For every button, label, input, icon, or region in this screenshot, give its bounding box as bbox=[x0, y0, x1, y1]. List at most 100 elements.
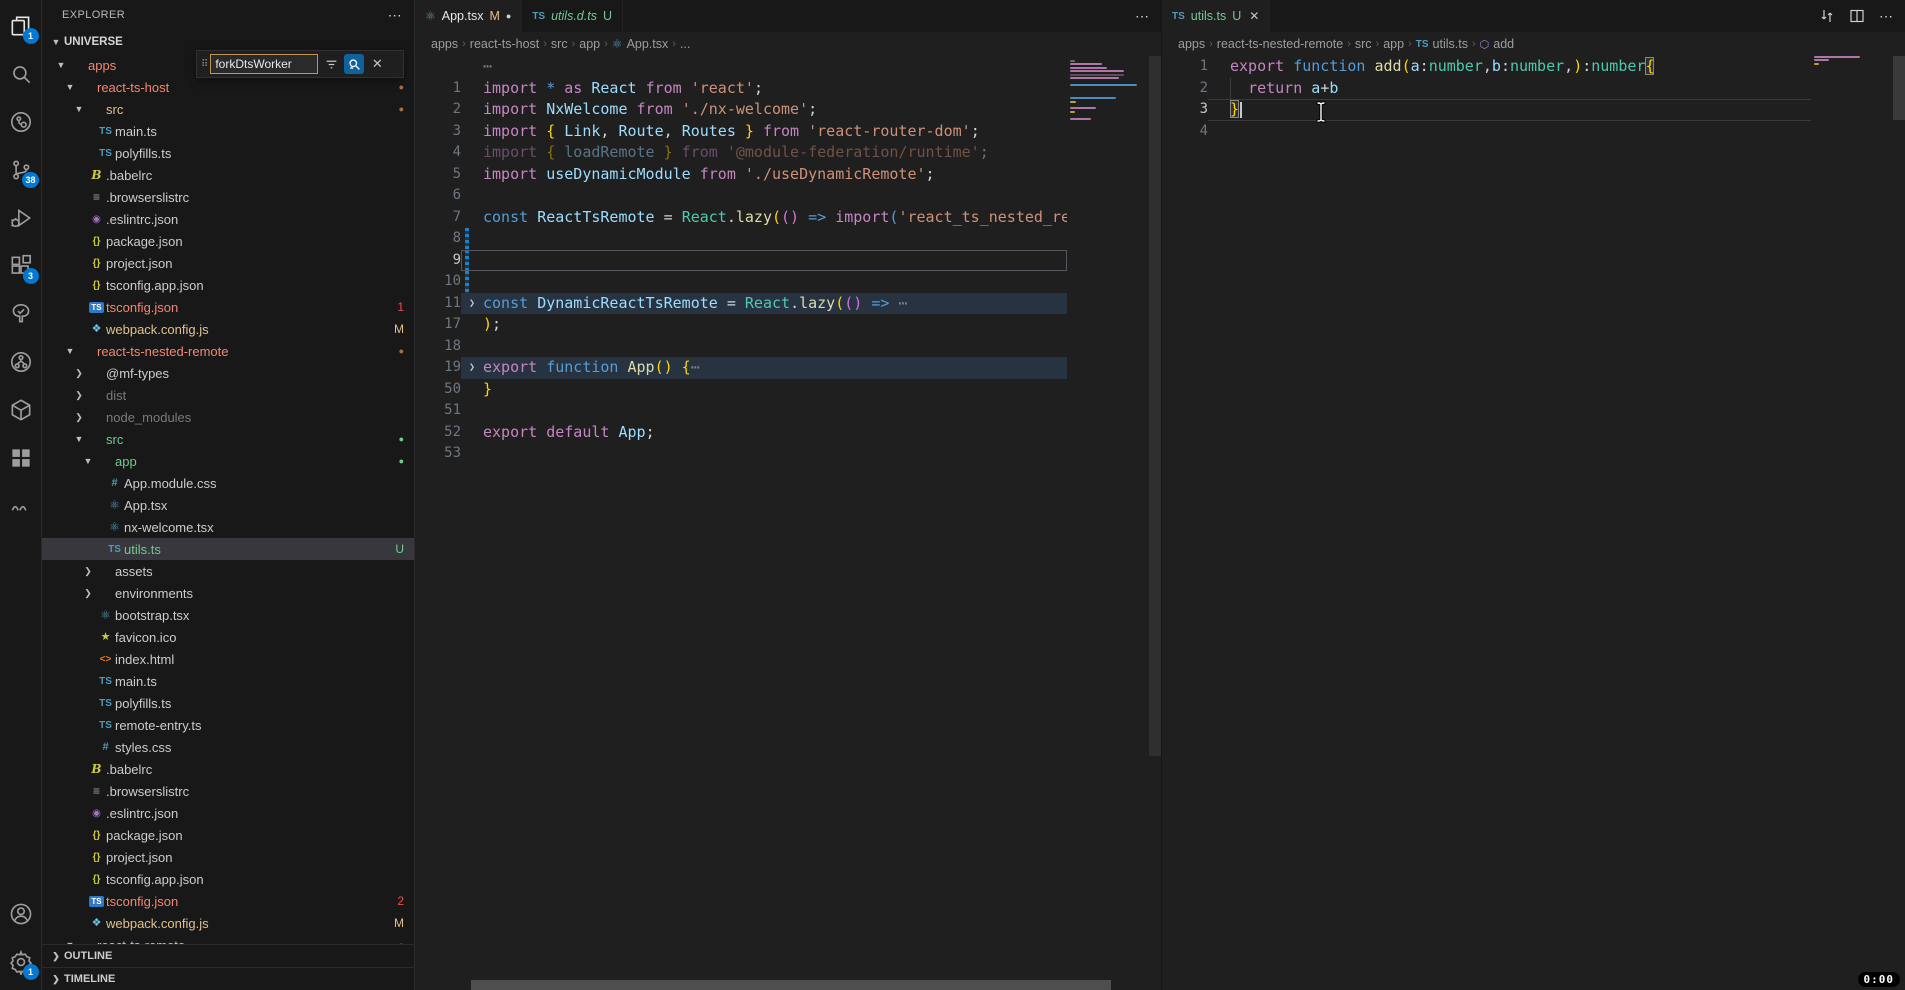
tree-item-styles.css[interactable]: #styles.css bbox=[42, 736, 414, 758]
activity-nx-console-icon[interactable] bbox=[5, 390, 37, 430]
split-editor-icon[interactable] bbox=[1849, 8, 1865, 24]
tree-item-.browserslistrc[interactable]: ≡.browserslistrc bbox=[42, 780, 414, 802]
activity-testing-icon[interactable] bbox=[5, 294, 37, 334]
tree-item-environments[interactable]: ❯environments bbox=[42, 582, 414, 604]
close-filter-icon[interactable]: ✕ bbox=[367, 54, 387, 74]
tree-item-@mf-types[interactable]: ❯@mf-types bbox=[42, 362, 414, 384]
breadcrumb-item-App.tsx[interactable]: ⚛App.tsx bbox=[612, 37, 668, 51]
tree-item-tsconfig.app.json[interactable]: {}tsconfig.app.json bbox=[42, 868, 414, 890]
tree-item-App.tsx[interactable]: ⚛App.tsx bbox=[42, 494, 414, 516]
activity-run-debug-icon[interactable] bbox=[5, 198, 37, 238]
breadcrumb-item-apps[interactable]: apps bbox=[431, 37, 458, 51]
breadcrumb-item-src[interactable]: src bbox=[551, 37, 568, 51]
tree-item-favicon.ico[interactable]: ★favicon.ico bbox=[42, 626, 414, 648]
tree-item-app[interactable]: ▼app● bbox=[42, 450, 414, 472]
activity-explorer-icon[interactable]: 1 bbox=[5, 6, 37, 46]
drag-handle-icon[interactable]: ⠿ bbox=[201, 59, 207, 70]
tree-item-.babelrc[interactable]: B.babelrc bbox=[42, 164, 414, 186]
breadcrumb-item-add[interactable]: ⬡add bbox=[1480, 37, 1514, 51]
tree-item-main.ts[interactable]: TSmain.ts bbox=[42, 120, 414, 142]
tree-item-.eslintrc.json[interactable]: ◉.eslintrc.json bbox=[42, 802, 414, 824]
breadcrumb-item-react-ts-nested-remote[interactable]: react-ts-nested-remote bbox=[1217, 37, 1343, 51]
tree-item-nx-welcome.tsx[interactable]: ⚛nx-welcome.tsx bbox=[42, 516, 414, 538]
tab-utils.d.ts[interactable]: TSutils.d.tsU bbox=[522, 0, 623, 32]
chevron-down-icon: ▼ bbox=[53, 60, 69, 70]
tree-item-assets[interactable]: ❯assets bbox=[42, 560, 414, 582]
tree-item-polyfills.ts[interactable]: TSpolyfills.ts bbox=[42, 142, 414, 164]
tab-utils.ts[interactable]: TSutils.tsU✕ bbox=[1162, 0, 1270, 32]
tree-item-label: dist bbox=[106, 388, 126, 403]
section-outline[interactable]: ❯OUTLINE bbox=[42, 944, 414, 967]
activity-accounts-icon[interactable] bbox=[5, 894, 37, 934]
tree-item-package.json[interactable]: {}package.json bbox=[42, 230, 414, 252]
tab-App.tsx[interactable]: ⚛App.tsxM● bbox=[415, 0, 522, 32]
filter-icon[interactable] bbox=[321, 54, 341, 74]
activity-commit-graph-icon[interactable] bbox=[5, 102, 37, 142]
activity-git-graph-icon[interactable] bbox=[5, 342, 37, 382]
fold-chevron-icon[interactable]: ❯ bbox=[461, 357, 483, 379]
tree-item-webpack.config.js[interactable]: ❖webpack.config.jsM bbox=[42, 318, 414, 340]
tree-item-index.html[interactable]: <>index.html bbox=[42, 648, 414, 670]
minimap-line bbox=[1814, 56, 1860, 58]
line-number: 18 bbox=[415, 336, 461, 358]
tree-item-react-ts-nested-remote[interactable]: ▼react-ts-nested-remote● bbox=[42, 340, 414, 362]
tree-item-.browserslistrc[interactable]: ≡.browserslistrc bbox=[42, 186, 414, 208]
tree-item-webpack.config.js[interactable]: ❖webpack.config.jsM bbox=[42, 912, 414, 934]
breadcrumb-item-src[interactable]: src bbox=[1355, 37, 1372, 51]
activity-project-grid-icon[interactable] bbox=[5, 438, 37, 478]
scrollbar-vertical-left[interactable] bbox=[1149, 56, 1161, 756]
activity-search-icon[interactable] bbox=[5, 54, 37, 94]
tree-item-polyfills.ts[interactable]: TSpolyfills.ts bbox=[42, 692, 414, 714]
section-timeline[interactable]: ❯TIMELINE bbox=[42, 967, 414, 990]
code-editor-right[interactable]: 1export function add(a:number,b:number,)… bbox=[1162, 56, 1905, 990]
minimap-right[interactable] bbox=[1814, 56, 1892, 990]
activity-waves-icon[interactable] bbox=[5, 486, 37, 526]
tree-item-tsconfig.json[interactable]: TStsconfig.json1 bbox=[42, 296, 414, 318]
close-icon[interactable]: ✕ bbox=[1249, 9, 1259, 23]
tree-item-bootstrap.tsx[interactable]: ⚛bootstrap.tsx bbox=[42, 604, 414, 626]
minimap-left[interactable] bbox=[1070, 60, 1148, 990]
tree-item-utils.ts[interactable]: TSutils.tsU bbox=[42, 538, 414, 560]
fuzzy-search-toggle-icon[interactable] bbox=[344, 54, 364, 74]
tree-item-node_modules[interactable]: ❯node_modules bbox=[42, 406, 414, 428]
breadcrumb-item-apps[interactable]: apps bbox=[1178, 37, 1205, 51]
open-changes-icon[interactable] bbox=[1819, 8, 1835, 24]
tree-item-project.json[interactable]: {}project.json bbox=[42, 846, 414, 868]
tree-item-src[interactable]: ▼src● bbox=[42, 428, 414, 450]
tree-item-project.json[interactable]: {}project.json bbox=[42, 252, 414, 274]
breadcrumb-item-app[interactable]: app bbox=[579, 37, 600, 51]
tree-item-src[interactable]: ▼src● bbox=[42, 98, 414, 120]
breadcrumb-item-app[interactable]: app bbox=[1383, 37, 1404, 51]
tree-item-App.module.css[interactable]: #App.module.css bbox=[42, 472, 414, 494]
tree-item-react-ts-remote[interactable]: ▼react-ts-remote● bbox=[42, 934, 414, 944]
explorer-more-actions-icon[interactable]: ⋯ bbox=[388, 7, 402, 24]
tree-item-dist[interactable]: ❯dist bbox=[42, 384, 414, 406]
tree-item-main.ts[interactable]: TSmain.ts bbox=[42, 670, 414, 692]
activity-extensions-icon[interactable]: 3 bbox=[5, 246, 37, 286]
tree-item-.eslintrc.json[interactable]: ◉.eslintrc.json bbox=[42, 208, 414, 230]
tree-item-.babelrc[interactable]: B.babelrc bbox=[42, 758, 414, 780]
tree-item-remote-entry.ts[interactable]: TSremote-entry.ts bbox=[42, 714, 414, 736]
scrollbar-vertical-right[interactable] bbox=[1893, 56, 1905, 120]
fold-chevron-icon[interactable]: ❯ bbox=[461, 293, 483, 315]
breadcrumb-item-utils.ts[interactable]: TSutils.ts bbox=[1416, 37, 1468, 51]
tree-item-tsconfig.json[interactable]: TStsconfig.json2 bbox=[42, 890, 414, 912]
activity-settings-icon[interactable]: 1 bbox=[5, 942, 37, 982]
chevron-right-icon: ❯ bbox=[71, 412, 87, 423]
scrollbar-horizontal-left[interactable] bbox=[471, 980, 1111, 990]
tree-item-tsconfig.app.json[interactable]: {}tsconfig.app.json bbox=[42, 274, 414, 296]
activity-source-control-icon[interactable]: 38 bbox=[5, 150, 37, 190]
code-line: 50} bbox=[415, 379, 1161, 401]
file-type-icon: ◉ bbox=[87, 808, 106, 819]
chevron-right-icon: ❯ bbox=[48, 974, 64, 985]
code-line: 11❯const DynamicReactTsRemote = React.la… bbox=[415, 293, 1161, 315]
code-line: 1export function add(a:number,b:number,)… bbox=[1162, 56, 1905, 78]
tree-filter-input[interactable] bbox=[210, 54, 318, 74]
tree-item-react-ts-host[interactable]: ▼react-ts-host● bbox=[42, 76, 414, 98]
more-icon[interactable]: ⋯ bbox=[1879, 8, 1893, 25]
more-icon[interactable]: ⋯ bbox=[1135, 8, 1149, 25]
code-editor-left[interactable]: ⋯1import * as React from 'react';2import… bbox=[415, 56, 1161, 990]
tree-item-package.json[interactable]: {}package.json bbox=[42, 824, 414, 846]
breadcrumb-item-react-ts-host[interactable]: react-ts-host bbox=[470, 37, 539, 51]
breadcrumb-item-...[interactable]: ... bbox=[680, 37, 690, 51]
